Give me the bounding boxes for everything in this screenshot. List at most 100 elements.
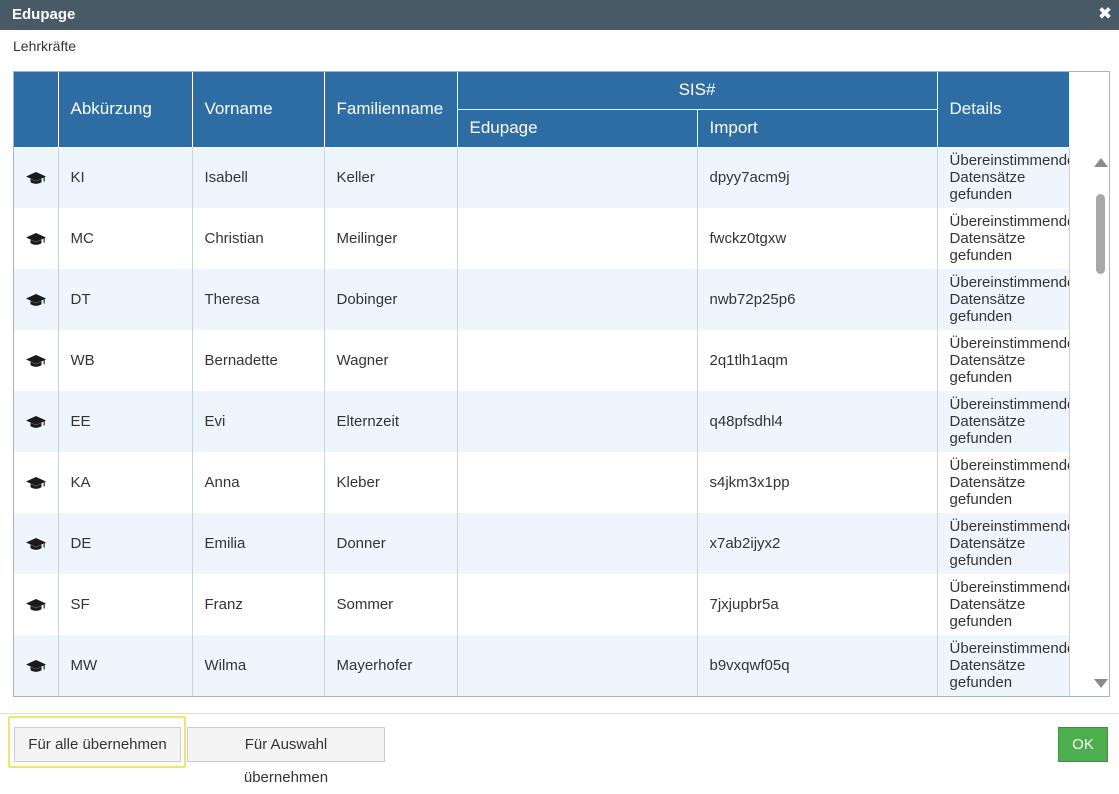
cell-import: fwckz0tgxw	[697, 208, 938, 269]
cell-familienname: Sommer	[324, 574, 458, 635]
cell-import: q48pfsdhl4	[697, 391, 938, 452]
window-titlebar: Edupage ✖	[0, 0, 1119, 30]
details-line: Datensätze	[949, 169, 1026, 187]
icon-cell	[14, 269, 59, 330]
section-label: Lehrkräfte	[13, 38, 77, 54]
cell-familienname: Wagner	[324, 330, 458, 391]
cell-abkuerzung: EE	[58, 391, 193, 452]
details-line: Datensätze	[949, 230, 1026, 247]
icon-cell	[14, 452, 59, 513]
column-header-details[interactable]: Details	[937, 72, 1070, 148]
cell-details: Übereinstimmende Datensätze gefunden	[937, 330, 1070, 391]
column-header-familienname[interactable]: Familienname	[324, 72, 458, 148]
apply-all-button[interactable]: Für alle übernehmen	[14, 727, 181, 762]
cell-edupage	[457, 452, 698, 513]
graduation-cap-icon	[25, 596, 46, 613]
graduation-cap-icon	[25, 657, 46, 674]
details-line: Datensätze	[949, 352, 1026, 369]
cell-edupage	[457, 391, 698, 452]
cell-vorname: Emilia	[192, 513, 325, 574]
cell-familienname: Keller	[324, 147, 458, 208]
details-line: Übereinstimmende	[949, 640, 1070, 657]
cell-edupage	[457, 330, 698, 391]
details-line: Übereinstimmende	[949, 579, 1070, 596]
icon-cell	[14, 330, 59, 391]
icon-cell	[14, 391, 59, 452]
cell-abkuerzung: KA	[58, 452, 193, 513]
column-header-edupage[interactable]: Edupage	[457, 109, 698, 148]
table-row[interactable]: EE Evi Elternzeit q48pfsdhl4 Übereinstimmend…	[14, 391, 1070, 452]
cell-edupage	[457, 208, 698, 269]
column-header-sis: SIS#	[457, 72, 938, 110]
details-line: gefunden	[949, 552, 1013, 569]
cell-edupage	[457, 574, 698, 635]
cell-abkuerzung: KI	[58, 147, 193, 208]
cell-familienname: Mayerhofer	[324, 635, 458, 696]
cell-familienname: Donner	[324, 513, 458, 574]
graduation-cap-icon	[25, 291, 46, 308]
column-header-abkuerzung[interactable]: Abkürzung	[58, 72, 193, 148]
teachers-table: Abkürzung Vorname Familienname SIS# Deta…	[14, 72, 1070, 696]
details-line: gefunden	[949, 430, 1013, 447]
ok-button[interactable]: OK	[1058, 727, 1108, 762]
cell-details: Übereinstimmende Datensätze gefunden	[937, 147, 1070, 208]
details-line: Übereinstimmende	[949, 213, 1070, 230]
cell-details: Übereinstimmende Datensätze gefunden	[937, 513, 1070, 574]
cell-details: Übereinstimmende Datensätze gefunden	[937, 452, 1070, 513]
cell-import: dpyy7acm9j	[697, 147, 938, 208]
cell-vorname: Christian	[192, 208, 325, 269]
header-spacer	[1069, 72, 1109, 147]
details-line: Übereinstimmende	[949, 274, 1070, 291]
scroll-down-arrow-icon[interactable]	[1094, 679, 1108, 688]
table-row[interactable]: KA Anna Kleber s4jkm3x1pp Übereinstimmende Da…	[14, 452, 1070, 513]
cell-details: Übereinstimmende Datensätze gefunden	[937, 208, 1070, 269]
cell-abkuerzung: DE	[58, 513, 193, 574]
cell-details: Übereinstimmende Datensätze gefunden	[937, 269, 1070, 330]
icon-cell	[14, 208, 59, 269]
close-icon[interactable]: ✖	[1097, 5, 1113, 23]
graduation-cap-icon	[25, 535, 46, 552]
table-row[interactable]: WB Bernadette Wagner 2q1tlh1aqm Übereinstimm…	[14, 330, 1070, 391]
details-line: Datensätze	[949, 596, 1026, 613]
scrollbar-thumb[interactable]	[1096, 194, 1105, 274]
cell-edupage	[457, 269, 698, 330]
cell-details: Übereinstimmende Datensätze gefunden	[937, 635, 1070, 696]
cell-edupage	[457, 147, 698, 208]
footer-divider	[0, 713, 1119, 714]
apply-selection-button[interactable]: Für Auswahl übernehmen	[187, 727, 385, 786]
details-line: Datensätze	[949, 657, 1026, 674]
details-line: Datensätze	[949, 535, 1026, 552]
graduation-cap-icon	[25, 474, 46, 491]
cell-abkuerzung: WB	[58, 330, 193, 391]
table-row[interactable]: MC Christian Meilinger fwckz0tgxw Übereinsti…	[14, 208, 1070, 269]
cell-import: nwb72p25p6	[697, 269, 938, 330]
cell-import: s4jkm3x1pp	[697, 452, 938, 513]
icon-cell	[14, 147, 59, 208]
window-title: Edupage	[12, 6, 76, 23]
vertical-scrollbar[interactable]	[1091, 148, 1109, 696]
table-row[interactable]: KI Isabell Keller dpyy7acm9j Übereinstimmend…	[14, 147, 1070, 208]
column-header-import[interactable]: Import	[697, 109, 938, 148]
details-line: Übereinstimmende	[949, 335, 1070, 352]
table-row[interactable]: DT Theresa Dobinger nwb72p25p6 Übereinstimme…	[14, 269, 1070, 330]
cell-vorname: Wilma	[192, 635, 325, 696]
teachers-table-container: Abkürzung Vorname Familienname SIS# Deta…	[13, 71, 1110, 697]
cell-abkuerzung: SF	[58, 574, 193, 635]
details-line: Übereinstimmende	[949, 152, 1070, 170]
cell-details: Übereinstimmende Datensätze gefunden	[937, 574, 1070, 635]
table-row[interactable]: DE Emilia Donner x7ab2ijyx2 Übereinstimmende…	[14, 513, 1070, 574]
table-row[interactable]: SF Franz Sommer 7jxjupbr5a Übereinstimmende D…	[14, 574, 1070, 635]
details-line: Datensätze	[949, 413, 1026, 430]
cell-familienname: Dobinger	[324, 269, 458, 330]
cell-import: 2q1tlh1aqm	[697, 330, 938, 391]
cell-vorname: Theresa	[192, 269, 325, 330]
table-row[interactable]: MW Wilma Mayerhofer b9vxqwf05q Übereinstimme…	[14, 635, 1070, 696]
cell-familienname: Kleber	[324, 452, 458, 513]
cell-vorname: Anna	[192, 452, 325, 513]
scroll-up-arrow-icon[interactable]	[1094, 158, 1108, 167]
details-line: gefunden	[949, 369, 1013, 386]
column-header-vorname[interactable]: Vorname	[192, 72, 325, 148]
details-line: gefunden	[949, 186, 1013, 204]
graduation-cap-icon	[25, 169, 46, 186]
details-line: gefunden	[949, 308, 1013, 325]
